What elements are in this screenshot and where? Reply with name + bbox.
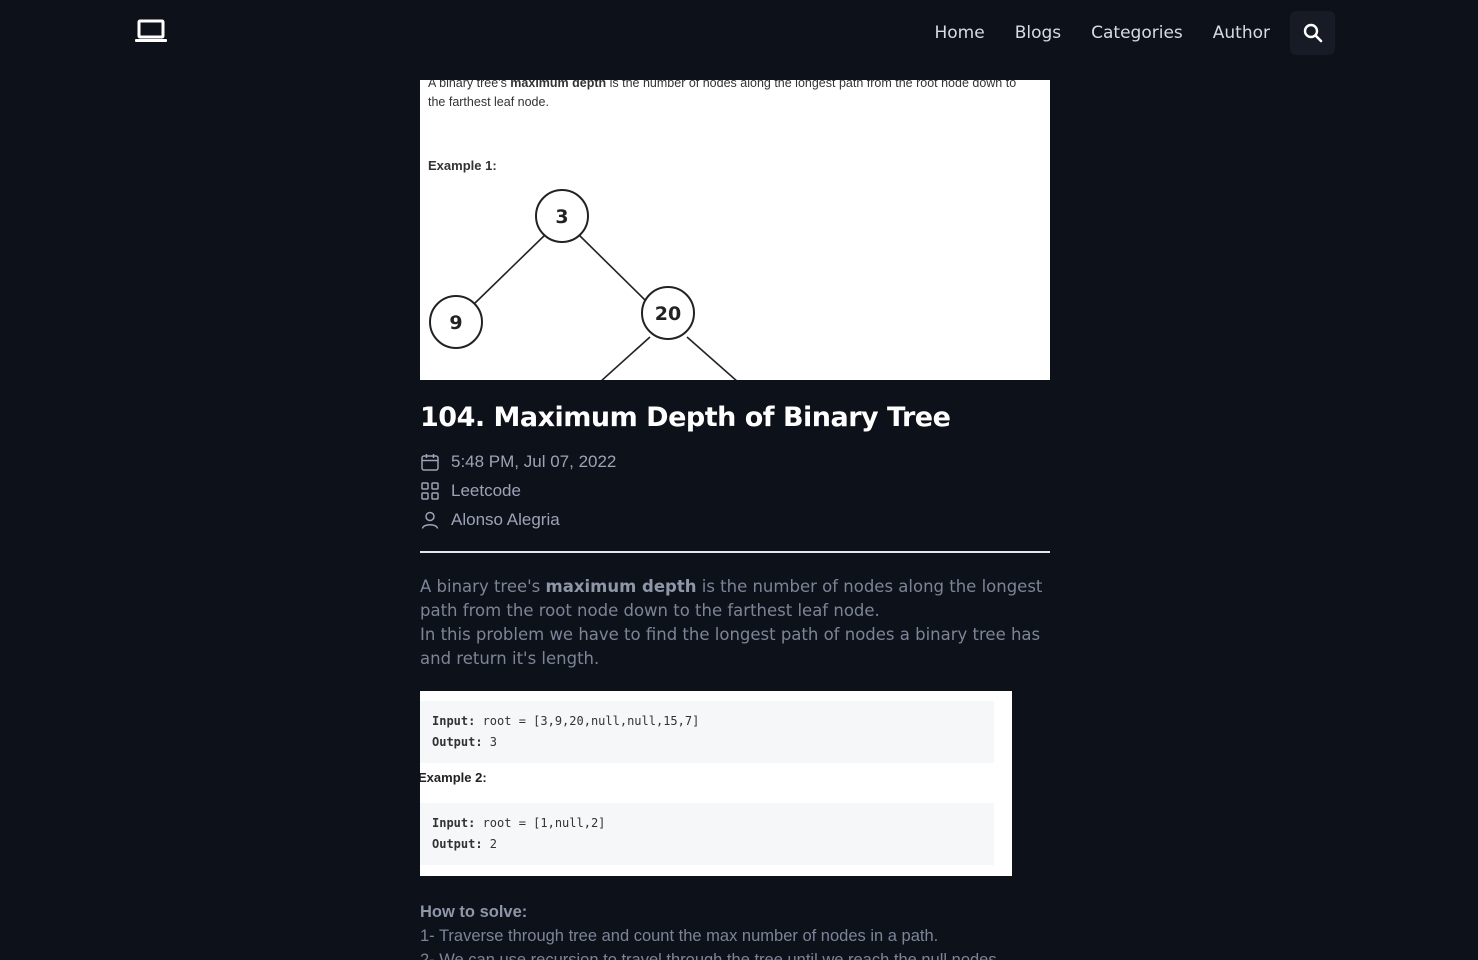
tree-node-20: 20	[641, 286, 695, 340]
nav-categories-link[interactable]: Categories	[1091, 23, 1183, 43]
binary-tree-diagram: 3 9 20	[429, 189, 737, 380]
tree-node-3: 3	[535, 189, 589, 243]
how-to-solve: How to solve: 1- Traverse through tree a…	[420, 900, 1050, 960]
category-grid-icon	[420, 481, 440, 501]
example-1-code: Input: root = [3,9,20,null,null,15,7] Ou…	[420, 701, 994, 763]
top-navbar: Home Blogs Categories Author	[0, 0, 1478, 66]
post-meta: 5:48 PM, Jul 07, 2022 Leetcode Alonso Al…	[420, 447, 1050, 534]
svg-text:9: 9	[449, 312, 462, 334]
intro-paragraph-2: In this problem we have to find the long…	[420, 625, 1041, 668]
post-title: 104. Maximum Depth of Binary Tree	[420, 402, 951, 433]
post-author[interactable]: Alonso Alegria	[420, 505, 1050, 534]
post-date-text: 5:48 PM, Jul 07, 2022	[451, 451, 617, 471]
search-icon	[1303, 23, 1322, 43]
user-icon	[420, 510, 440, 530]
how-to-solve-step-2: 2- We can use recursion to travel throug…	[420, 951, 1002, 960]
post-category[interactable]: Leetcode	[420, 476, 1050, 505]
example-2-code: Input: root = [1,null,2] Output: 2	[420, 803, 994, 865]
hero-image: A binary tree's maximum depth is the num…	[420, 80, 1050, 380]
tree-node-9: 9	[429, 295, 483, 349]
svg-text:20: 20	[655, 303, 681, 325]
calendar-icon	[420, 452, 440, 472]
how-to-solve-step-1: 1- Traverse through tree and count the m…	[420, 927, 939, 945]
divider	[420, 551, 1050, 553]
post-intro: A binary tree's maximum depth is the num…	[420, 575, 1050, 671]
how-to-solve-heading: How to solve:	[420, 903, 528, 921]
search-button[interactable]	[1290, 11, 1335, 55]
post-author-text[interactable]: Alonso Alegria	[451, 510, 560, 530]
intro-paragraph-1: A binary tree's maximum depth is the num…	[420, 577, 1043, 620]
examples-image: Input: root = [3,9,20,null,null,15,7] Ou…	[420, 691, 1012, 876]
example-2-label: Example 2:	[420, 770, 487, 785]
nav-author-link[interactable]: Author	[1213, 23, 1270, 43]
svg-text:3: 3	[555, 206, 568, 228]
nav-home-link[interactable]: Home	[934, 23, 984, 43]
article: A binary tree's maximum depth is the num…	[420, 80, 1050, 960]
nav-blogs-link[interactable]: Blogs	[1015, 23, 1061, 43]
laptop-icon[interactable]	[134, 18, 168, 44]
post-date: 5:48 PM, Jul 07, 2022	[420, 447, 1050, 476]
main-nav: Home Blogs Categories Author	[934, 0, 1270, 66]
post-category-text[interactable]: Leetcode	[451, 481, 521, 501]
